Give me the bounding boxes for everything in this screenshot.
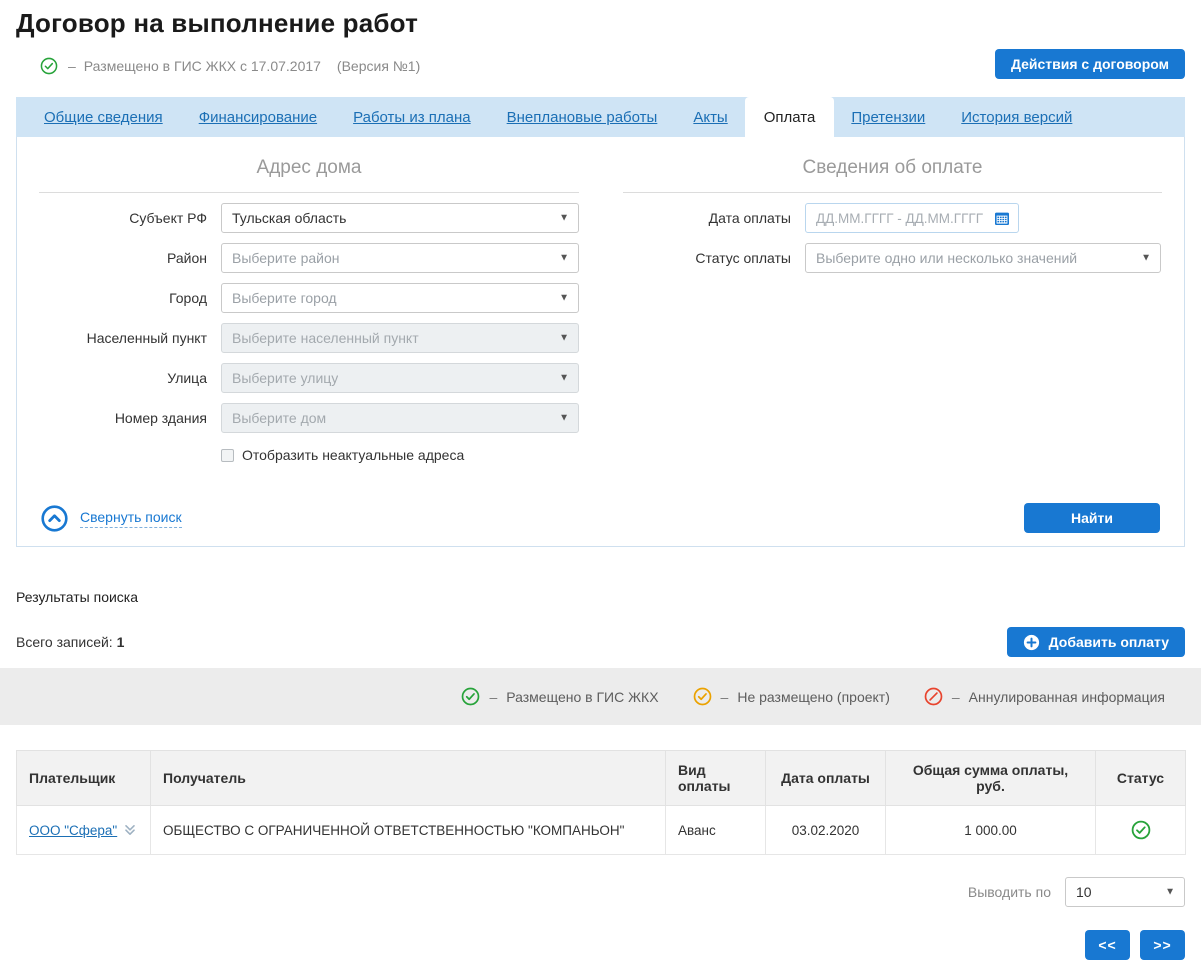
version-text: (Версия №1) xyxy=(336,58,421,74)
legend-item-placed: – Размещено в ГИС ЖКХ xyxy=(461,687,659,706)
prev-page-button[interactable]: << xyxy=(1085,930,1130,960)
recipient-cell: ОБЩЕСТВО С ОГРАНИЧЕННОЙ ОТВЕТСТВЕННОСТЬЮ… xyxy=(150,805,666,855)
subject-rf-select[interactable]: Тульская область ▼ xyxy=(221,203,579,233)
add-payment-button[interactable]: Добавить оплату xyxy=(1006,627,1185,657)
pagination-nav: << >> xyxy=(16,930,1185,960)
address-section-title: Адрес дома xyxy=(39,157,579,193)
status-dash: – xyxy=(68,58,76,74)
col-payment-type: Вид оплаты xyxy=(665,750,766,806)
totals-row: Всего записей: 1 Добавить оплату xyxy=(16,627,1185,657)
settlement-label: Населенный пункт xyxy=(86,330,207,346)
check-circle-orange-icon xyxy=(693,687,711,706)
chevron-down-icon: ▼ xyxy=(559,412,569,424)
status-placed-icon xyxy=(40,57,58,75)
legend-item-annulled: – Аннулированная информация xyxy=(924,687,1165,706)
chevron-down-icon: ▼ xyxy=(559,212,569,224)
per-page-row: Выводить по 10 ▼ xyxy=(16,877,1185,907)
show-inactive-addresses-label: Отобразить неактуальные адреса xyxy=(242,447,465,463)
chevron-down-icon: ▼ xyxy=(559,372,569,384)
district-select[interactable]: Выберите район ▼ xyxy=(221,243,579,273)
payment-date-cell: 03.02.2020 xyxy=(765,805,886,855)
street-select: Выберите улицу ▼ xyxy=(221,363,579,393)
collapse-search-link[interactable]: Свернуть поиск xyxy=(41,504,182,532)
payer-cell: ООО "Сфера" xyxy=(16,805,151,855)
col-status: Статус xyxy=(1095,750,1186,806)
records-total: Всего записей: 1 xyxy=(16,634,125,650)
chevron-down-icon: ▼ xyxy=(559,292,569,304)
search-panel-footer: Свернуть поиск Найти xyxy=(17,463,1184,546)
city-select[interactable]: Выберите город ▼ xyxy=(221,283,579,313)
col-recipient: Получатель xyxy=(150,750,666,806)
per-page-label: Выводить по xyxy=(967,884,1051,900)
subject-rf-label: Субъект РФ xyxy=(129,210,207,226)
chevron-down-icon: ▼ xyxy=(1141,252,1151,264)
calendar-icon[interactable] xyxy=(994,210,1010,226)
tab-general[interactable]: Общие сведения xyxy=(44,109,163,126)
legend-item-draft: – Не размещено (проект) xyxy=(693,687,890,706)
contract-status-line: – Размещено в ГИС ЖКХ с 17.07.2017 (Верс… xyxy=(40,57,420,75)
building-number-label: Номер здания xyxy=(114,410,207,426)
show-inactive-addresses-row: Отобразить неактуальные адреса xyxy=(221,447,579,463)
tab-claims[interactable]: Претензии xyxy=(851,109,925,126)
payment-section-title: Сведения об оплате xyxy=(623,157,1162,193)
col-payer: Плательщик xyxy=(16,750,151,806)
status-text: Размещено в ГИС ЖКХ с 17.07.2017 xyxy=(83,58,321,74)
col-total-amount: Общая сумма оплаты, руб. xyxy=(885,750,1096,806)
check-circle-green-icon xyxy=(462,687,480,706)
tab-unplanned-works[interactable]: Внеплановые работы xyxy=(507,109,658,126)
table-row: ООО "Сфера" ОБЩЕСТВО С ОГРАНИЧЕННОЙ ОТВЕ… xyxy=(16,805,1186,855)
status-cell xyxy=(1095,805,1186,855)
total-amount-cell: 1 000.00 xyxy=(885,805,1096,855)
district-label: Район xyxy=(167,250,207,266)
payment-date-range-input[interactable]: ДД.ММ.ГГГГ - ДД.ММ.ГГГГ xyxy=(805,203,1019,233)
tab-financing[interactable]: Финансирование xyxy=(199,109,317,126)
page: Договор на выполнение работ – Размещено … xyxy=(0,0,1201,960)
table-header-row: Плательщик Получатель Вид оплаты Дата оп… xyxy=(16,750,1186,806)
city-label: Город xyxy=(169,290,207,306)
per-page-select[interactable]: 10 ▼ xyxy=(1065,877,1185,907)
payment-type-cell: Аванс xyxy=(665,805,766,855)
payment-status-select[interactable]: Выберите одно или несколько значений ▼ xyxy=(805,243,1161,273)
building-number-select: Выберите дом ▼ xyxy=(221,403,579,433)
payments-table: Плательщик Получатель Вид оплаты Дата оп… xyxy=(16,750,1186,855)
search-panel: Адрес дома Субъект РФ Тульская область ▼… xyxy=(16,137,1185,547)
col-payment-date: Дата оплаты xyxy=(765,750,886,806)
tab-planned-works[interactable]: Работы из плана xyxy=(353,109,471,126)
plus-circle-icon xyxy=(1023,634,1039,650)
street-label: Улица xyxy=(167,370,207,386)
address-section: Адрес дома Субъект РФ Тульская область ▼… xyxy=(17,157,601,463)
tab-bar: Общие сведения Финансирование Работы из … xyxy=(16,97,1185,137)
status-placed-icon xyxy=(1131,820,1150,840)
status-legend-bar: – Размещено в ГИС ЖКХ – Не размещено (пр… xyxy=(0,668,1201,725)
chevron-up-circle-icon xyxy=(41,504,68,532)
tab-version-history[interactable]: История версий xyxy=(961,109,1072,126)
chevron-down-icon: ▼ xyxy=(559,332,569,344)
results-title: Результаты поиска xyxy=(16,589,139,605)
settlement-select: Выберите населенный пункт ▼ xyxy=(221,323,579,353)
double-chevron-down-icon[interactable] xyxy=(122,822,138,838)
payment-date-label: Дата оплаты xyxy=(708,210,791,226)
payment-status-label: Статус оплаты xyxy=(695,250,791,266)
payment-info-section: Сведения об оплате Дата оплаты ДД.ММ.ГГГ… xyxy=(601,157,1184,463)
tab-acts[interactable]: Акты xyxy=(693,109,727,126)
page-title: Договор на выполнение работ xyxy=(16,8,419,38)
records-total-value: 1 xyxy=(116,634,125,650)
show-inactive-addresses-checkbox[interactable] xyxy=(221,448,234,462)
chevron-down-icon: ▼ xyxy=(559,252,569,264)
ban-circle-red-icon xyxy=(924,687,943,706)
next-page-button[interactable]: >> xyxy=(1140,930,1185,960)
chevron-down-icon: ▼ xyxy=(1165,886,1175,898)
contract-actions-button[interactable]: Действия с договором xyxy=(994,49,1185,79)
header-row: – Размещено в ГИС ЖКХ с 17.07.2017 (Верс… xyxy=(16,49,1185,79)
tab-payment[interactable]: Оплата xyxy=(744,97,835,137)
find-button[interactable]: Найти xyxy=(1024,503,1160,533)
payer-link[interactable]: ООО "Сфера" xyxy=(29,823,117,838)
